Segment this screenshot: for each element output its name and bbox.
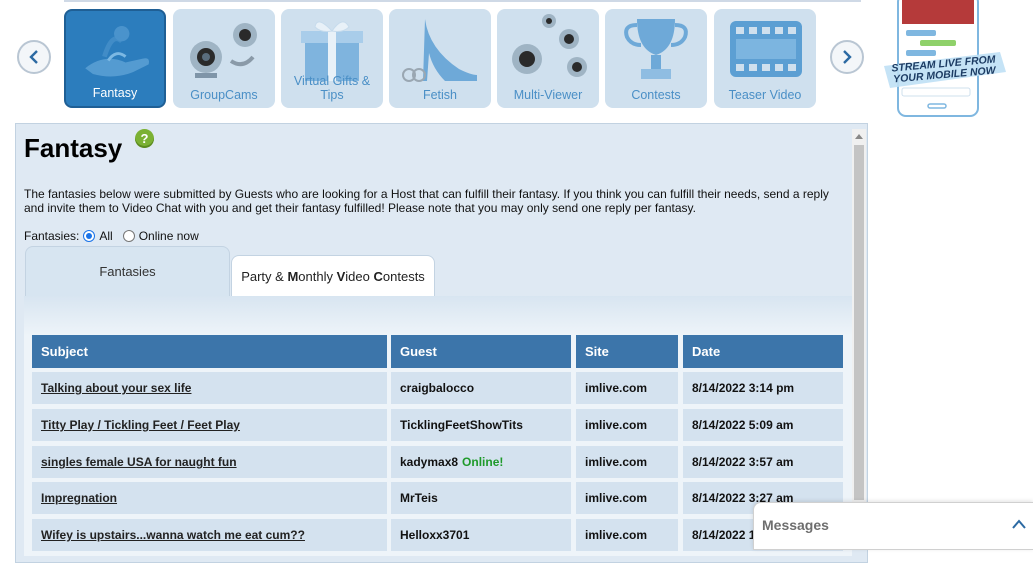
chevron-left-icon [29, 50, 38, 64]
help-icon[interactable]: ? [135, 129, 154, 148]
group-webcams-icon [173, 9, 275, 85]
messages-widget[interactable]: Messages [753, 502, 1033, 550]
scrollbar-thumb[interactable] [854, 145, 864, 500]
date-cell: 8/14/2022 5:09 am [683, 409, 843, 441]
fantasy-subject-link[interactable]: Wifey is upstairs...wanna watch me eat c… [32, 519, 387, 551]
fantasy-filter: Fantasies: All Online now [24, 229, 199, 243]
category-label: Teaser Video [728, 88, 802, 102]
chevron-right-icon [843, 50, 852, 64]
scroll-up-icon[interactable] [852, 129, 866, 143]
guest-cell: MrTeis [391, 482, 571, 514]
filter-all-label[interactable]: All [99, 229, 112, 243]
category-tile-fantasy[interactable]: Fantasy [64, 9, 166, 108]
fantasy-subject-link[interactable]: Titty Play / Tickling Feet / Feet Play [32, 409, 387, 441]
column-header-guest: Guest [391, 335, 571, 368]
column-header-subject: Subject [32, 335, 387, 368]
category-tile-teaser-video[interactable]: Teaser Video [714, 9, 816, 108]
date-cell: 8/14/2022 3:14 pm [683, 372, 843, 404]
category-tile-groupcams[interactable]: GroupCams [173, 9, 275, 108]
intro-text: The fantasies below were submitted by Gu… [24, 187, 829, 215]
filter-label: Fantasies: [24, 229, 80, 243]
messages-label: Messages [762, 517, 829, 533]
genie-lamp-icon [66, 11, 164, 87]
fantasy-subject-link[interactable]: Talking about your sex life [32, 372, 387, 404]
filter-online-radio[interactable] [122, 230, 135, 242]
category-label: Virtual Gifts & Tips [293, 74, 371, 102]
date-cell: 8/14/2022 3:57 am [683, 446, 843, 478]
top-divider [64, 0, 861, 2]
panel-scrollbar[interactable] [852, 129, 866, 504]
guest-cell: TicklingFeetShowTits [391, 409, 571, 441]
chevron-up-icon[interactable] [1011, 517, 1027, 531]
tab-fantasies[interactable]: Fantasies [25, 246, 230, 296]
category-label: Multi-Viewer [513, 88, 583, 102]
fantasy-subject-link[interactable]: Impregnation [32, 482, 387, 514]
category-label: Fantasy [92, 86, 138, 100]
site-cell: imlive.com [576, 372, 678, 404]
category-label: Contests [631, 88, 681, 102]
fantasy-subject-link[interactable]: singles female USA for naught fun [32, 446, 387, 478]
page-title: Fantasy [24, 133, 123, 163]
filter-all-radio[interactable] [83, 230, 96, 242]
film-strip-icon [714, 9, 816, 85]
guest-cell: craigbalocco [391, 372, 571, 404]
online-status: Online! [462, 455, 504, 469]
category-tile-contests[interactable]: Contests [605, 9, 707, 108]
site-cell: imlive.com [576, 446, 678, 478]
site-cell: imlive.com [576, 519, 678, 551]
category-tile-virtual-gifts[interactable]: Virtual Gifts & Tips [281, 9, 383, 108]
multi-webcam-icon [497, 9, 599, 85]
category-tile-fetish[interactable]: Fetish [389, 9, 491, 108]
tab-party-monthly-contests[interactable]: Party & Monthly Video Contests [231, 255, 435, 296]
category-label: GroupCams [190, 88, 258, 102]
tab-contests-label: Party & Monthly Video Contests [241, 268, 425, 284]
category-tile-multi-viewer[interactable]: Multi-Viewer [497, 9, 599, 108]
trophy-icon [605, 9, 707, 85]
filter-online-label[interactable]: Online now [139, 229, 199, 243]
carousel-next-button[interactable] [830, 40, 864, 74]
column-header-date: Date [683, 335, 843, 368]
guest-cell: kadymax8 Online! [391, 446, 571, 478]
category-label: Fetish [422, 88, 458, 102]
carousel-prev-button[interactable] [17, 40, 51, 74]
guest-cell: Helloxx3701 [391, 519, 571, 551]
column-header-site: Site [576, 335, 678, 368]
high-heel-icon [389, 9, 491, 85]
site-cell: imlive.com [576, 482, 678, 514]
site-cell: imlive.com [576, 409, 678, 441]
